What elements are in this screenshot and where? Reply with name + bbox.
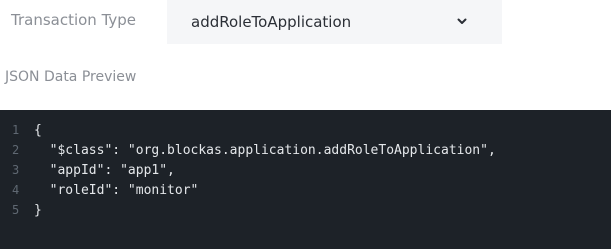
code-line-text: } xyxy=(34,202,42,218)
code-line: 1{ xyxy=(0,120,42,140)
code-line: 5} xyxy=(0,200,42,220)
line-number: 5 xyxy=(12,203,20,217)
line-number: 2 xyxy=(12,143,20,157)
transaction-type-select[interactable]: addRoleToApplication xyxy=(167,0,502,44)
line-number: 4 xyxy=(12,183,20,197)
json-code-editor[interactable]: 1{ 2 "$class": "org.blockas.application.… xyxy=(0,110,611,249)
code-line: 4 "roleId": "monitor" xyxy=(0,180,198,200)
transaction-type-label: Transaction Type xyxy=(11,11,137,29)
code-line-text: "$class": "org.blockas.application.addRo… xyxy=(34,142,496,158)
code-line: 3 "appId": "app1", xyxy=(0,160,175,180)
code-line-text: "appId": "app1", xyxy=(34,162,175,178)
json-data-preview-label: JSON Data Preview xyxy=(5,69,137,85)
code-line-text: { xyxy=(34,122,42,138)
code-line-text: "roleId": "monitor" xyxy=(34,182,199,198)
line-number: 3 xyxy=(12,163,20,177)
transaction-type-value: addRoleToApplication xyxy=(191,13,352,31)
code-line: 2 "$class": "org.blockas.application.add… xyxy=(0,140,496,160)
line-number: 1 xyxy=(12,123,20,137)
chevron-down-icon xyxy=(457,18,467,24)
